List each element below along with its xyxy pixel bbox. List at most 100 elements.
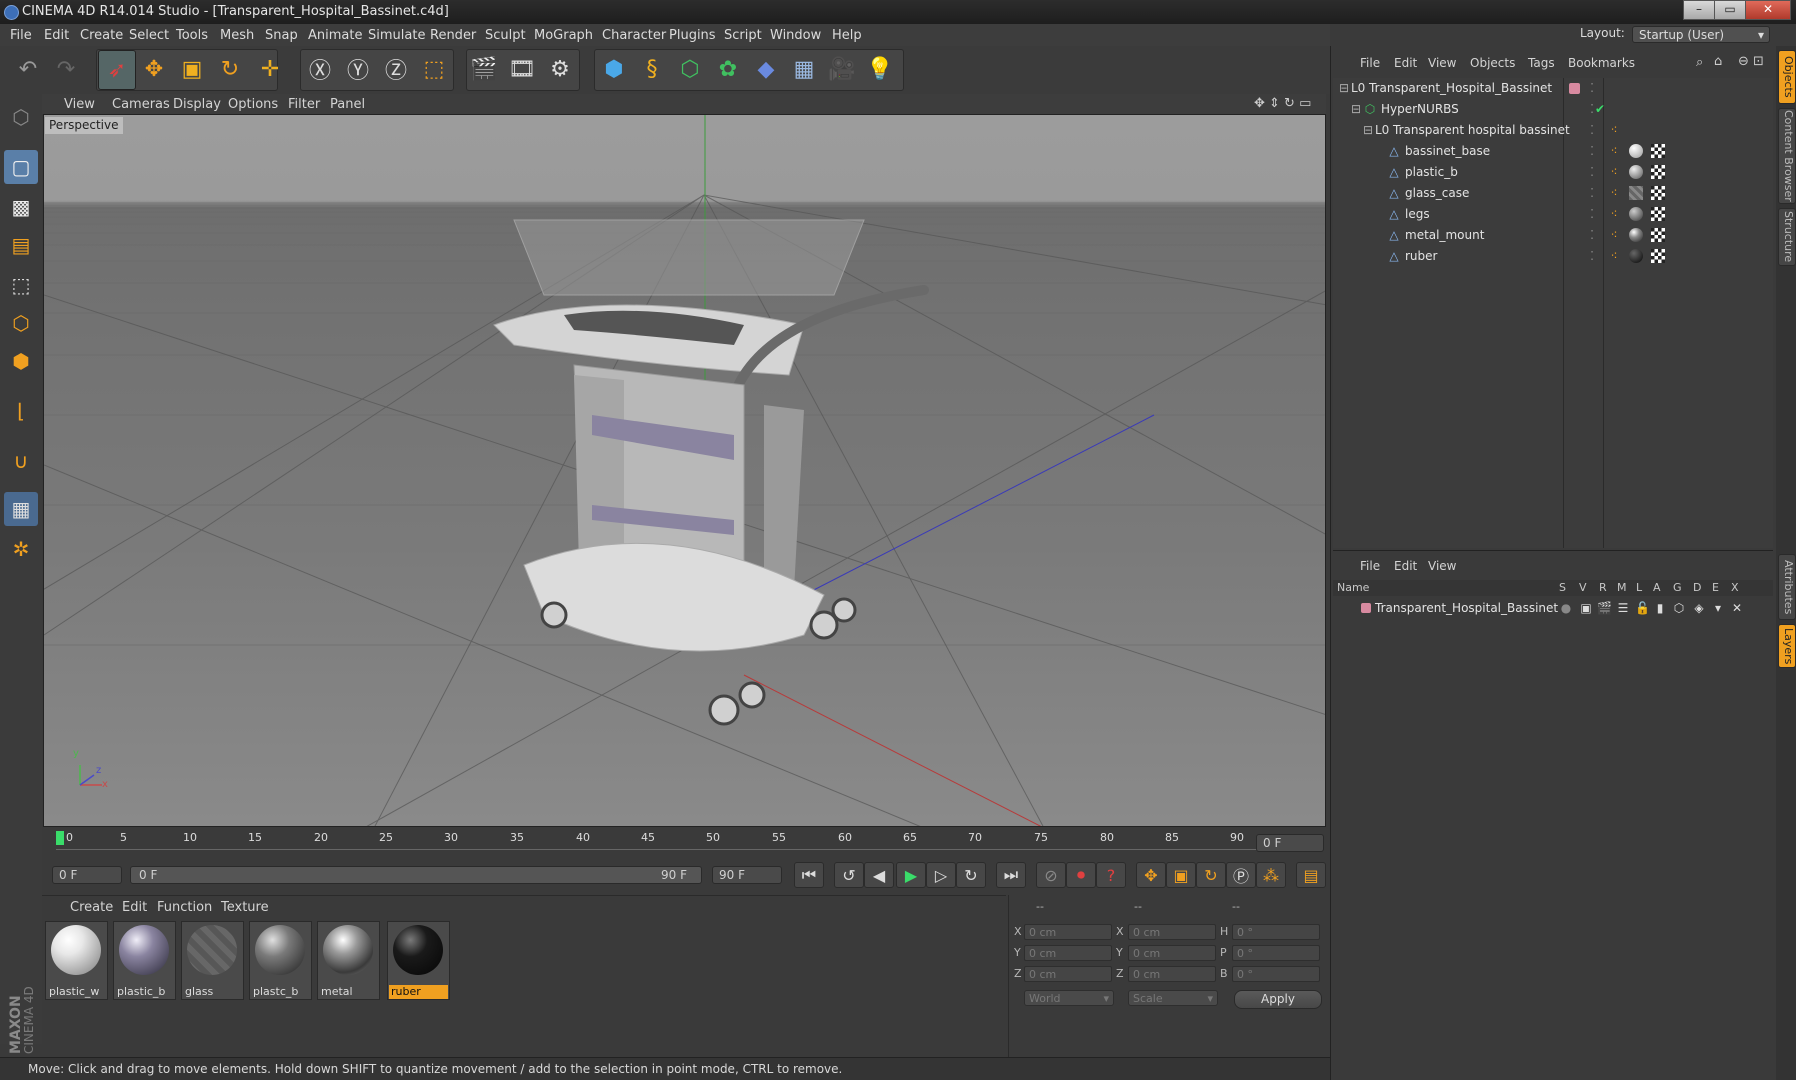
scale-icon[interactable]: ▣ xyxy=(174,50,210,88)
material-tag-icon[interactable] xyxy=(1629,186,1643,200)
viewport-camera-label[interactable]: Perspective xyxy=(45,117,123,134)
undo-icon[interactable]: ↶ xyxy=(10,50,46,88)
material-menu-texture[interactable]: Texture xyxy=(221,900,269,915)
object-menu-file[interactable]: File xyxy=(1360,56,1380,70)
rotation-h-field[interactable]: 0 ° xyxy=(1232,924,1320,940)
phong-tag-icon[interactable]: ⁖ xyxy=(1607,249,1621,263)
object-menu-objects[interactable]: Objects xyxy=(1470,56,1515,70)
texture-tag-icon[interactable] xyxy=(1651,186,1665,200)
phong-tag-icon[interactable]: ⁖ xyxy=(1607,207,1621,221)
light-icon[interactable]: 💡 xyxy=(862,50,898,88)
visibility-dots-icon[interactable]: ⁚ xyxy=(1585,165,1599,179)
redo-icon[interactable]: ↷ xyxy=(48,50,84,88)
deformer-icon[interactable]: ◆ xyxy=(748,50,784,88)
menu-edit[interactable]: Edit xyxy=(44,28,69,43)
cube-primitive-icon[interactable]: ⬢ xyxy=(596,50,632,88)
object-row[interactable]: △ glass_case ⁚ ⁖ xyxy=(1333,183,1773,204)
material-menu-edit[interactable]: Edit xyxy=(122,900,147,915)
object-row[interactable]: ⊟ L0 Transparent hospital bassinet ⁚ ⁖ xyxy=(1333,120,1773,141)
menu-create[interactable]: Create xyxy=(80,28,123,43)
menu-simulate[interactable]: Simulate xyxy=(368,28,425,43)
object-row[interactable]: △ ruber ⁚ ⁖ xyxy=(1333,246,1773,267)
minimize-button[interactable]: – xyxy=(1683,0,1715,20)
key-scale-icon[interactable]: ▣ xyxy=(1166,862,1196,888)
material-tag-icon[interactable] xyxy=(1629,207,1643,221)
object-row[interactable]: ⊟ L0 Transparent_Hospital_Bassinet ⁚ xyxy=(1333,78,1773,99)
key-parameter-icon[interactable]: Ⓟ xyxy=(1226,862,1256,888)
material-tag-icon[interactable] xyxy=(1629,165,1643,179)
menu-mesh[interactable]: Mesh xyxy=(220,28,254,43)
coordinate-system-icon[interactable]: ⬚ xyxy=(416,50,452,88)
layer-lock-icon[interactable]: 🔓 xyxy=(1635,601,1650,615)
visibility-dots-icon[interactable]: ⁚ xyxy=(1585,228,1599,242)
timeline-window-icon[interactable]: ▤ xyxy=(1296,862,1326,888)
end-frame-field[interactable]: 90 F xyxy=(712,866,782,884)
material-swatch-selected[interactable]: ruber xyxy=(387,921,450,1000)
viewport-menu-filter[interactable]: Filter xyxy=(288,97,320,112)
visibility-dots-icon[interactable]: ⁚ xyxy=(1585,144,1599,158)
material-menu-create[interactable]: Create xyxy=(70,900,113,915)
render-view-icon[interactable]: 🎬 xyxy=(466,50,502,88)
rotate-icon[interactable]: ↻ xyxy=(212,50,248,88)
layer-deformers-icon[interactable]: ◈ xyxy=(1692,601,1706,615)
timeline-ruler[interactable]: 0 5 10 15 20 25 30 35 40 45 50 55 60 65 … xyxy=(42,827,1326,855)
viewport-menu-panel[interactable]: Panel xyxy=(330,97,365,112)
previous-frame-icon[interactable]: ◀ xyxy=(864,862,894,888)
phong-tag-icon[interactable]: ⁖ xyxy=(1607,165,1621,179)
nurbs-icon[interactable]: ⬡ xyxy=(672,50,708,88)
material-swatch[interactable]: plastic_w xyxy=(45,921,108,1000)
object-menu-tags[interactable]: Tags xyxy=(1528,56,1555,70)
texture-tag-icon[interactable] xyxy=(1651,144,1665,158)
record-active-icon[interactable]: ⏺ xyxy=(1066,862,1096,888)
tab-objects[interactable]: Objects xyxy=(1778,50,1796,104)
magnet-icon[interactable]: ∪ xyxy=(4,444,38,478)
menu-script[interactable]: Script xyxy=(724,28,762,43)
texture-tag-icon[interactable] xyxy=(1651,228,1665,242)
texture-tag-icon[interactable] xyxy=(1651,249,1665,263)
collapse-icon[interactable]: ⊟ xyxy=(1349,102,1363,116)
material-tag-icon[interactable] xyxy=(1629,228,1643,242)
object-menu-bookmarks[interactable]: Bookmarks xyxy=(1568,56,1635,70)
live-selection-icon[interactable]: ➶ xyxy=(98,50,136,90)
array-icon[interactable]: ✿ xyxy=(710,50,746,88)
add-tool-icon[interactable]: ✛ xyxy=(252,50,288,88)
make-editable-icon[interactable]: ⬡ xyxy=(4,100,38,134)
phong-tag-icon[interactable]: ⁖ xyxy=(1607,228,1621,242)
layer-color-swatch[interactable] xyxy=(1361,603,1371,613)
layer-menu-view[interactable]: View xyxy=(1428,559,1456,573)
axis-mode-icon[interactable]: ⌊ xyxy=(4,394,38,428)
home-icon[interactable]: ⌂ xyxy=(1714,54,1722,69)
menu-animate[interactable]: Animate xyxy=(308,28,362,43)
snap-settings-icon[interactable]: ✲ xyxy=(4,532,38,566)
layer-solo-icon[interactable]: ● xyxy=(1559,601,1573,615)
start-frame-field[interactable]: 0 F xyxy=(52,866,122,884)
material-tag-icon[interactable] xyxy=(1629,144,1643,158)
enabled-check-icon[interactable]: ✔ xyxy=(1593,102,1607,116)
menu-sculpt[interactable]: Sculpt xyxy=(485,28,526,43)
render-settings-icon[interactable]: ⚙ xyxy=(542,50,578,88)
layer-menu-edit[interactable]: Edit xyxy=(1394,559,1417,573)
model-mode-icon[interactable]: ▢ xyxy=(4,150,38,184)
visibility-dots-icon[interactable]: ⁚ xyxy=(1585,123,1599,137)
layer-expressions-icon[interactable]: ▾ xyxy=(1711,601,1725,615)
viewport-menu-display[interactable]: Display xyxy=(173,97,221,112)
visibility-dots-icon[interactable]: ⁚ xyxy=(1585,207,1599,221)
tab-content-browser[interactable]: Content Browser xyxy=(1778,108,1796,204)
material-swatch[interactable]: plastc_b xyxy=(249,921,312,1000)
menu-render[interactable]: Render xyxy=(430,28,476,43)
size-x-field[interactable]: 0 cm xyxy=(1128,924,1216,940)
key-position-icon[interactable]: ✥ xyxy=(1136,862,1166,888)
object-row[interactable]: ⊟ ⬡ HyperNURBS ⁚ ✔ xyxy=(1333,99,1773,120)
close-button[interactable]: ✕ xyxy=(1745,0,1791,20)
menu-tools[interactable]: Tools xyxy=(176,28,208,43)
visibility-dots-icon[interactable]: ⁚ xyxy=(1585,249,1599,263)
layer-view-icon[interactable]: ▣ xyxy=(1579,601,1593,615)
layer-manager-icon[interactable]: ☰ xyxy=(1616,601,1630,615)
key-rotation-icon[interactable]: ↻ xyxy=(1196,862,1226,888)
floor-scene-icon[interactable]: ▦ xyxy=(786,50,822,88)
layer-generators-icon[interactable]: ⬡ xyxy=(1672,601,1686,615)
menu-window[interactable]: Window xyxy=(770,28,821,43)
layer-render-icon[interactable]: 🎬 xyxy=(1597,601,1612,615)
viewport-nav-icons[interactable]: ✥ ⇕ ↻ ▭ xyxy=(1254,96,1311,111)
object-row[interactable]: △ legs ⁚ ⁖ xyxy=(1333,204,1773,225)
